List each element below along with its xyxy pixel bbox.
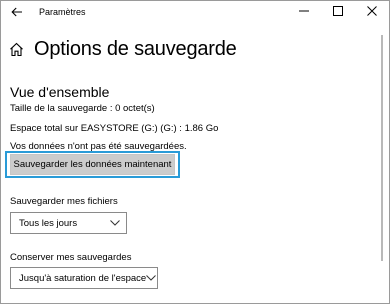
vertical-scrollbar[interactable] (381, 35, 383, 261)
title-bar: Paramètres (1, 1, 389, 25)
backup-frequency-value: Tous les jours (19, 217, 78, 229)
maximize-icon (333, 3, 343, 21)
backup-size-text: Taille de la sauvegarde : 0 octet(s) (10, 103, 155, 114)
total-space-text: Espace total sur EASYSTORE (G:) (G:) : 1… (10, 123, 219, 134)
retention-label: Conserver mes sauvegardes (10, 252, 132, 263)
minimize-icon (299, 3, 309, 21)
page-title: Options de sauvegarde (34, 37, 237, 60)
settings-window: Paramètres Options de sauvegarde Vue d'e… (0, 0, 390, 304)
chevron-down-icon (146, 273, 157, 283)
close-button[interactable] (357, 1, 387, 23)
retention-select[interactable]: Jusqu'à saturation de l'espace (10, 267, 158, 289)
back-button[interactable] (7, 3, 27, 23)
backup-frequency-select[interactable]: Tous les jours (10, 212, 127, 234)
back-arrow-icon (11, 4, 23, 22)
backup-now-button[interactable]: Sauvegarder les données maintenant (10, 154, 175, 175)
backup-frequency-label: Sauvegarder mes fichiers (10, 196, 118, 207)
maximize-button[interactable] (323, 1, 353, 23)
page-header: Options de sauvegarde (9, 37, 237, 61)
home-icon[interactable] (9, 41, 25, 57)
overview-heading: Vue d'ensemble (10, 84, 110, 100)
close-icon (367, 3, 377, 21)
chevron-down-icon (110, 218, 120, 228)
retention-value: Jusqu'à saturation de l'espace (19, 272, 147, 284)
minimize-button[interactable] (289, 1, 319, 23)
app-title: Paramètres (39, 7, 86, 17)
